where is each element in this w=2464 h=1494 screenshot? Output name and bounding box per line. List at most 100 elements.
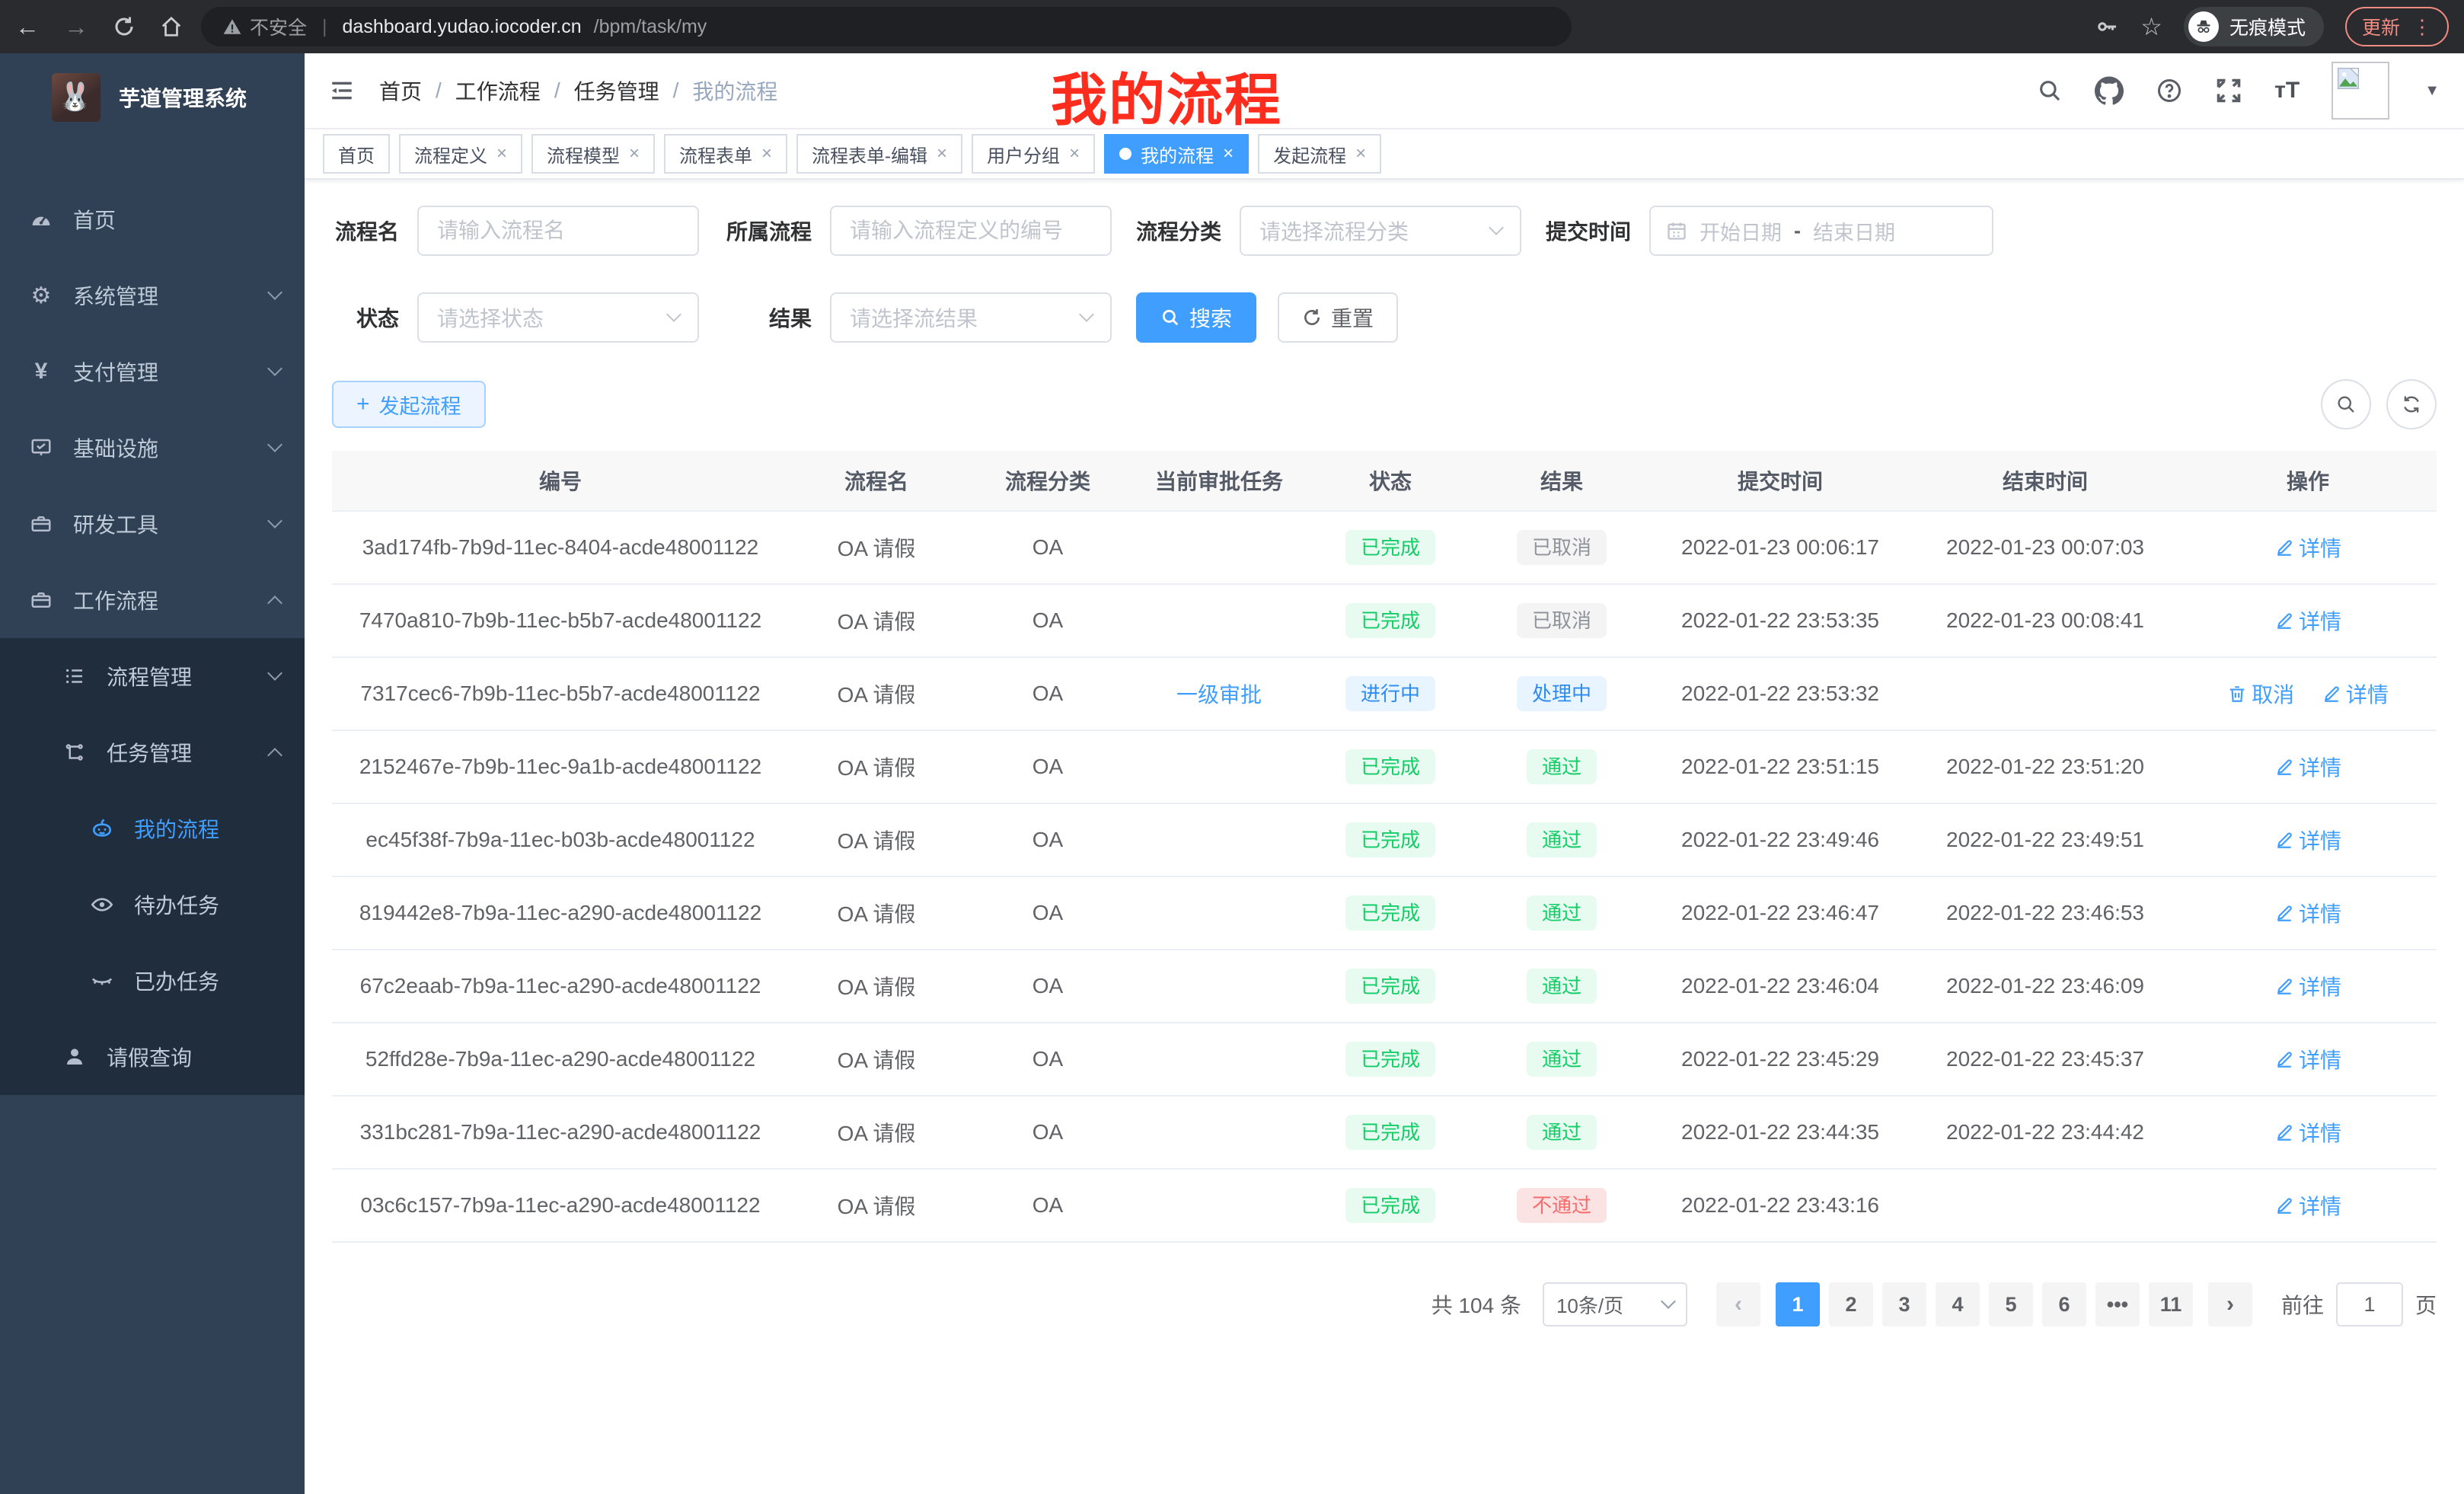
browser-reload-icon[interactable] [113,15,136,38]
chevron-down-icon [1661,1294,1676,1309]
page-button[interactable]: 11 [2149,1282,2193,1326]
process-list-icon [61,662,88,690]
show-search-button[interactable] [2321,379,2371,429]
tab-my-process[interactable]: 我的流程× [1104,134,1249,174]
cell-name: OA 请假 [789,742,964,791]
start-process-button[interactable]: + 发起流程 [332,381,486,428]
close-icon[interactable]: × [761,143,772,164]
reset-button[interactable]: 重置 [1278,292,1398,343]
detail-action[interactable]: 详情 [2274,752,2341,782]
page-button[interactable]: 6 [2042,1282,2086,1326]
sidebar-item-process-management[interactable]: 流程管理 [0,638,305,714]
sidebar-item-done-tasks[interactable]: 已办任务 [0,943,305,1019]
detail-action[interactable]: 详情 [2274,1117,2341,1148]
sidebar-item-task-management[interactable]: 任务管理 [0,714,305,790]
fullscreen-icon[interactable] [2215,77,2242,104]
broken-image-icon [2336,66,2360,91]
close-icon[interactable]: × [1069,143,1080,164]
password-key-icon[interactable] [2095,14,2119,39]
detail-action[interactable]: 详情 [2274,971,2341,1001]
cell-category: OA [964,745,1131,788]
page-button[interactable]: 1 [1776,1282,1820,1326]
search-button[interactable]: 搜索 [1136,292,1256,343]
sidebar-item-my-process[interactable]: 我的流程 [0,790,305,867]
detail-action[interactable]: 详情 [2322,678,2389,709]
app-logo-row[interactable]: 芋道管理系统 [0,53,305,142]
sidebar-item-workflow[interactable]: 工作流程 [0,562,305,638]
page-size-select[interactable]: 10条/页 [1543,1282,1687,1326]
sidebar-item-todo-tasks[interactable]: 待办任务 [0,867,305,943]
detail-action[interactable]: 详情 [2274,1044,2341,1074]
result-select[interactable]: 请选择流结果 [830,292,1112,343]
browser-home-icon[interactable] [160,15,183,38]
tab-process-form-edit[interactable]: 流程表单-编辑× [796,134,962,174]
breadcrumb-home[interactable]: 首页 [379,75,422,106]
page-button[interactable]: 4 [1936,1282,1980,1326]
close-icon[interactable]: × [496,143,507,164]
detail-action[interactable]: 详情 [2274,825,2341,855]
avatar-caret-icon[interactable]: ▼ [2424,82,2440,100]
status-badge: 已完成 [1345,1042,1435,1077]
breadcrumb-task-management[interactable]: 任务管理 [574,75,659,106]
browser-back-icon[interactable]: ← [15,13,40,41]
hamburger-icon[interactable] [329,78,355,104]
tab-process-definition[interactable]: 流程定义× [399,134,522,174]
prev-page-button[interactable]: ‹ [1716,1282,1760,1326]
sidebar-item-infrastructure[interactable]: 基础设施 [0,410,305,486]
next-page-button[interactable]: › [2208,1282,2252,1326]
not-secure-warning[interactable]: 不安全 [222,13,307,40]
process-name-input-wrap [417,206,699,256]
goto-page-input[interactable] [2336,1282,2403,1326]
help-icon[interactable] [2156,77,2183,104]
submit-time-range-picker[interactable]: 开始日期 - 结束日期 [1649,206,1993,256]
detail-action[interactable]: 详情 [2274,1190,2341,1221]
sidebar-item-system[interactable]: ⚙ 系统管理 [0,257,305,334]
avatar[interactable] [2332,62,2389,120]
edit-pencil-icon [2274,830,2294,850]
cancel-action[interactable]: 取消 [2227,678,2294,709]
close-icon[interactable]: × [937,143,947,164]
cell-end-time [1911,1196,2179,1215]
sidebar-item-payment[interactable]: ¥ 支付管理 [0,334,305,410]
cell-id: 819442e8-7b9a-11ec-a290-acde48001122 [332,892,789,934]
bookmark-star-icon[interactable]: ☆ [2140,12,2162,41]
page-button[interactable]: ••• [2095,1282,2140,1326]
tab-process-model[interactable]: 流程模型× [531,134,655,174]
github-icon[interactable] [2095,76,2124,105]
parent-process-input[interactable] [850,219,1092,243]
close-icon[interactable]: × [629,143,640,164]
browser-update-button[interactable]: 更新 ⋮ [2345,7,2449,46]
page-button[interactable]: 2 [1829,1282,1873,1326]
tab-user-group[interactable]: 用户分组× [972,134,1095,174]
chevron-up-icon [267,595,282,611]
page-button[interactable]: 5 [1989,1282,2033,1326]
total-count: 共 104 条 [1431,1289,1521,1320]
browser-forward-icon[interactable]: → [64,13,88,41]
sidebar-item-leave-query[interactable]: 请假查询 [0,1019,305,1095]
process-name-input[interactable] [437,219,679,243]
sidebar-item-devtools[interactable]: 研发工具 [0,486,305,562]
edit-pencil-icon [2274,903,2294,923]
detail-action[interactable]: 详情 [2274,898,2341,928]
cell-id: 03c6c157-7b9a-11ec-a290-acde48001122 [332,1184,789,1227]
close-icon[interactable]: × [1355,143,1366,164]
search-icon[interactable] [2037,78,2063,104]
detail-action[interactable]: 详情 [2274,605,2341,636]
browser-toolbar: ← → 不安全 | dashboard.yudao.iocoder.cn/bpm… [0,0,2464,53]
task-link[interactable]: 一级审批 [1176,683,1262,707]
category-select[interactable]: 请选择流程分类 [1240,206,1521,256]
refresh-table-button[interactable] [2386,379,2437,429]
top-navbar: 首页 / 工作流程 / 任务管理 / 我的流程 [305,53,2464,129]
status-select[interactable]: 请选择状态 [417,292,699,343]
browser-menu-icon[interactable]: ⋮ [2412,15,2432,39]
page-button[interactable]: 3 [1882,1282,1926,1326]
tab-start-process[interactable]: 发起流程× [1258,134,1381,174]
tab-process-form[interactable]: 流程表单× [664,134,787,174]
breadcrumb-workflow[interactable]: 工作流程 [455,75,541,106]
detail-action[interactable]: 详情 [2274,532,2341,563]
url-bar[interactable]: 不安全 | dashboard.yudao.iocoder.cn/bpm/tas… [201,7,1572,46]
font-size-icon[interactable]: ᴛT [2274,78,2300,104]
close-icon[interactable]: × [1223,143,1234,164]
tab-home[interactable]: 首页 [323,134,390,174]
sidebar-item-home[interactable]: 首页 [0,181,305,257]
